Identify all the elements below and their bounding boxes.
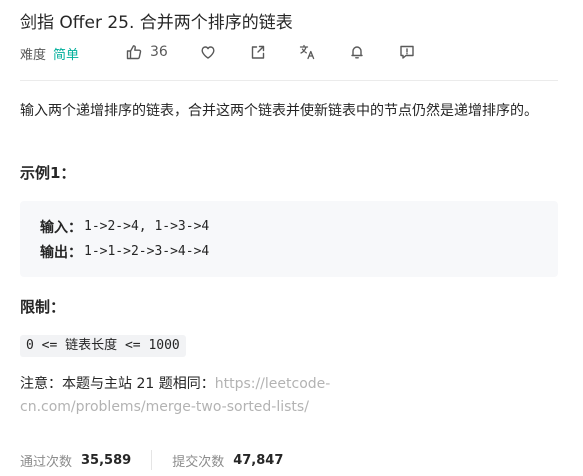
notification-button[interactable] [349, 44, 365, 60]
output-label: 输出： [40, 244, 82, 261]
translate-icon [299, 44, 315, 60]
header-divider [20, 80, 558, 81]
example-output-line: 输出： 1->1->2->3->4->4 [40, 239, 538, 264]
like-count: 36 [150, 44, 168, 60]
input-value: 1->2->4, 1->3->4 [84, 219, 210, 234]
thumbs-up-icon [126, 45, 142, 60]
submitted-count: 47,847 [233, 452, 284, 468]
bell-icon [351, 46, 363, 59]
translate-button[interactable] [299, 44, 316, 60]
problem-meta-bar: 难度 简单 36 [20, 42, 414, 64]
feedback-button[interactable] [399, 44, 415, 60]
input-label: 输入： [40, 219, 82, 236]
main-site-link-continued[interactable]: cn.com/problems/merge-two-sorted-lists/ [20, 399, 309, 415]
problem-description: 输入两个递增排序的链表，合并这两个链表并使新链表中的节点仍然是递增排序的。 [20, 103, 538, 119]
submitted-label: 提交次数 [172, 454, 225, 470]
note-paragraph: 注意：本题与主站 21 题相同：https://leetcode- cn.com… [20, 373, 540, 419]
share-button[interactable] [250, 44, 266, 60]
submission-stats: 通过次数 35,589 提交次数 47,847 [20, 450, 283, 470]
example-input-line: 输入： 1->2->4, 1->3->4 [40, 214, 538, 239]
heart-icon [201, 46, 215, 59]
favorite-button[interactable] [200, 44, 216, 60]
output-value: 1->1->2->3->4->4 [84, 244, 210, 259]
limits-heading: 限制： [20, 298, 66, 316]
feedback-icon [400, 45, 414, 59]
passed-count: 35,589 [81, 452, 132, 468]
problem-title: 剑指 Offer 25. 合并两个排序的链表 [20, 13, 293, 33]
main-site-link[interactable]: https://leetcode- [215, 376, 331, 392]
like-button[interactable]: 36 [126, 44, 168, 60]
difficulty-badge: 简单 [53, 47, 80, 63]
stats-divider [151, 450, 153, 470]
example-heading: 示例1： [20, 164, 76, 182]
passed-label: 通过次数 [20, 454, 73, 470]
difficulty-label: 难度 [20, 47, 47, 63]
example-block: 输入： 1->2->4, 1->3->4 输出： 1->1->2->3->4->… [20, 201, 558, 277]
share-icon [251, 45, 265, 59]
limits-code: 0 <= 链表长度 <= 1000 [20, 335, 186, 357]
note-prefix: 注意：本题与主站 21 题相同： [20, 376, 215, 392]
